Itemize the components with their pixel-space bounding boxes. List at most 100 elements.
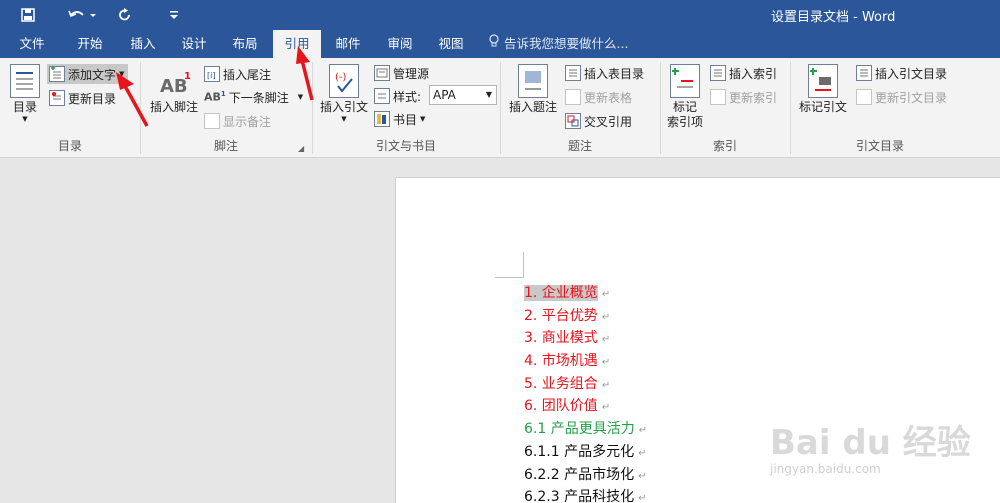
update-table-label: 更新表格 [584,90,633,105]
next-footnote-button[interactable]: AB1 下一条脚注 ▼ [204,88,303,106]
insert-index-label: 插入索引 [729,66,778,81]
insert-table-of-authorities-label: 插入引文目录 [875,66,948,81]
mark-entry-label: 标记 索引项 [666,100,703,129]
mark-citation-label: 标记引文 [798,100,847,114]
insert-index-button[interactable]: 插入索引 [710,64,777,82]
insert-caption-button[interactable]: 插入题注 [505,64,561,115]
mark-entry-button[interactable]: 标记 索引项 [663,64,707,130]
paragraph-mark: ↵ [601,379,611,391]
tab-file[interactable]: 文件 [14,30,50,58]
update-index-label: 更新索引 [729,90,778,105]
tell-me-box[interactable]: 告诉我您想要做什么... [488,30,628,58]
update-index-icon [710,89,726,105]
body-line[interactable]: 6.2.2 产品市场化 ↵ [524,464,647,487]
citation-icon: (-) [329,64,359,98]
update-toc-label: 更新目录 [68,91,117,106]
title-bar: 设置目录文档 - Word [0,0,1000,30]
svg-text:[i]: [i] [207,71,215,80]
show-notes-label: 显示备注 [223,114,272,129]
style-label: 样式: [393,89,422,104]
svg-text:1: 1 [184,71,191,82]
group-label-captions: 题注 [567,139,592,153]
manage-sources-icon [374,65,390,81]
paragraph-mark: ↵ [638,447,647,459]
insert-endnote-button[interactable]: [i] 插入尾注 [204,65,271,83]
add-text-button[interactable]: 添加文字 ▼ [47,64,129,84]
group-label-citations: 引文与书目 [375,139,436,153]
tab-view[interactable]: 视图 [433,30,469,58]
body-line[interactable]: 6.1.1 产品多元化 ↵ [524,441,647,464]
dialog-launcher-icon[interactable]: ◢ [298,144,304,153]
mark-index-entry-icon [670,64,700,98]
cross-reference-icon [565,113,581,129]
group-label-footnotes: 脚注 [213,139,238,153]
body-line[interactable]: 6.2.3 产品科技化 ↵ [524,486,647,503]
update-table-button[interactable]: 更新表格 [565,88,632,106]
heading-text: 2. 平台优势 [524,307,598,324]
heading-text: 6. 团队价值 [524,398,598,415]
next-footnote-icon: AB1 [204,90,226,104]
update-table-of-authorities-button[interactable]: 更新引文目录 [856,88,947,106]
heading-text: 5. 业务组合 [524,375,598,392]
window-title: 设置目录文档 - Word [771,10,896,25]
insert-index-icon [710,65,726,81]
add-text-icon [49,66,65,82]
heading-text: 6.2.2 产品市场化 [524,466,635,483]
insert-footnote-button[interactable]: AB 1 插入脚注 [146,68,202,115]
bibliography-label: 书目 [393,112,418,127]
insert-table-of-figures-button[interactable]: 插入表目录 [565,64,644,82]
group-label-table-of-authorities: 引文目录 [855,139,904,153]
heading-line[interactable]: 2. 平台优势 ↵ [524,305,647,328]
tab-insert[interactable]: 插入 [125,30,161,58]
chevron-down-icon: ▼ [485,90,492,99]
style-selector: 样式: [374,87,421,105]
bibliography-button[interactable]: 书目 ▼ [374,110,425,128]
update-index-button[interactable]: 更新索引 [710,88,777,106]
heading-line[interactable]: 1. 企业概览 ↵ [524,282,647,305]
heading-text: 4. 市场机遇 [524,353,598,370]
toc-button-label: 目录 [12,100,37,114]
show-notes-icon [204,113,220,129]
mark-citation-button[interactable]: 标记引文 [795,64,851,115]
update-toc-button[interactable]: 更新目录 [49,88,116,108]
save-icon[interactable] [16,4,40,26]
tab-mailings[interactable]: 邮件 [330,30,366,58]
heading-text: 6.1 产品更具活力 [524,421,635,438]
heading-line[interactable]: 4. 市场机遇 ↵ [524,350,647,373]
manage-sources-label: 管理源 [393,66,430,81]
tab-home[interactable]: 开始 [72,30,108,58]
heading-line[interactable]: 6. 团队价值 ↵ [524,395,647,418]
heading-line[interactable]: 5. 业务组合 ↵ [524,373,647,396]
manage-sources-button[interactable]: 管理源 [374,64,429,82]
watermark-logo: Bai du 经验 [770,423,971,463]
paragraph-mark: ↵ [638,470,647,482]
tab-review[interactable]: 审阅 [382,30,418,58]
undo-icon[interactable] [62,4,102,26]
subheading-line[interactable]: 6.1 产品更具活力 ↵ [524,418,647,441]
chevron-down-icon: ▼ [297,93,304,101]
chevron-down-icon: ▼ [119,70,125,78]
update-toc-icon [49,90,65,106]
tab-layout[interactable]: 布局 [227,30,263,58]
cross-reference-label: 交叉引用 [584,114,633,129]
show-notes-button[interactable]: 显示备注 [204,112,271,130]
cross-reference-button[interactable]: 交叉引用 [565,112,632,130]
chevron-down-icon: ▼ [22,115,28,123]
paragraph-mark: ↵ [601,334,611,346]
bibliography-icon [374,111,390,127]
toc-button[interactable]: 目录 ▼ [10,64,40,123]
customize-qat-icon[interactable] [166,4,182,26]
insert-footnote-label: 插入脚注 [149,100,198,114]
citation-style-dropdown[interactable]: APA ▼ [429,85,497,105]
tab-references[interactable]: 引用 [273,30,321,58]
redo-icon[interactable] [114,4,136,26]
insert-table-of-figures-label: 插入表目录 [584,66,645,81]
insert-citation-button[interactable]: (-) 插入引文 ▼ [316,64,372,123]
citation-style-value: APA [433,88,456,102]
paragraph-mark: ↵ [638,493,647,503]
document-body[interactable]: 1. 企业概览 ↵ 2. 平台优势 ↵ 3. 商业模式 ↵ 4. 市场机遇 ↵ 5. 业… [524,282,647,503]
tab-design[interactable]: 设计 [176,30,212,58]
insert-table-of-authorities-button[interactable]: 插入引文目录 [856,64,947,82]
tell-me-placeholder: 告诉我您想要做什么... [504,36,629,51]
heading-line[interactable]: 3. 商业模式 ↵ [524,327,647,350]
